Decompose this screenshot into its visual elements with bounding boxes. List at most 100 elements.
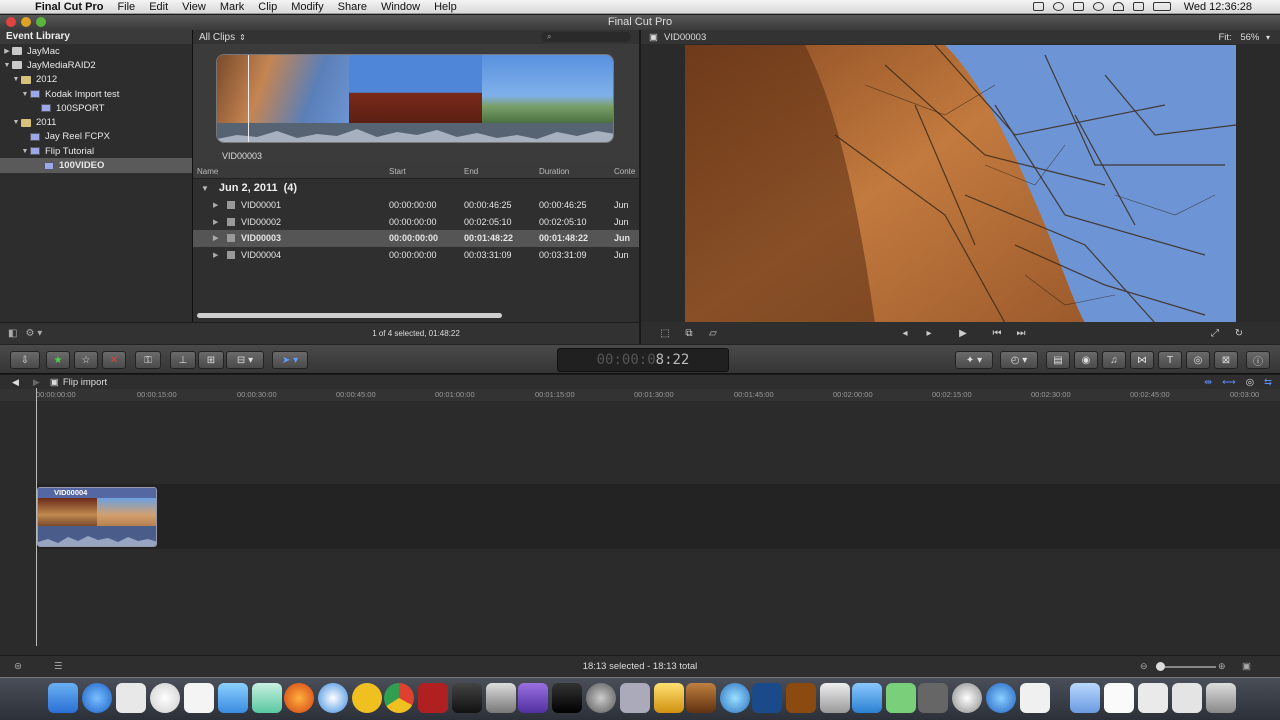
pdf-document-icon[interactable] [1104,683,1134,713]
skimming-icon[interactable]: ⟷ [1222,377,1236,388]
volume-icon[interactable] [1132,2,1144,11]
disclosure-triangle-icon[interactable]: ▶ [213,234,227,242]
clip-appearance-icon[interactable]: ▣ [1242,661,1251,672]
library-action-gear-icon[interactable]: ⚙ ▾ [25,328,42,339]
timeline-list-icon[interactable]: ☰ [54,661,63,672]
finder-icon[interactable] [48,683,78,713]
disk-utility-icon[interactable] [586,683,616,713]
reject-button[interactable]: ✕ [102,351,126,369]
chrome-icon[interactable] [384,683,414,713]
distort-icon[interactable]: ▱ [701,328,725,339]
clock-icon[interactable] [150,683,180,713]
column-header-end[interactable]: End [464,167,539,176]
library-item-2012[interactable]: ▼ 2012 [0,73,192,87]
menu-modify[interactable]: Modify [284,0,330,14]
snapping-icon[interactable]: ⇆ [1264,377,1272,388]
menu-window[interactable]: Window [374,0,427,14]
folder-icon[interactable] [1070,683,1100,713]
back-arrow-icon[interactable]: ◀ [12,377,19,388]
menu-file[interactable]: File [110,0,142,14]
timeline-ruler[interactable]: 00:00:00:00 00:00:15:00 00:00:30:00 00:0… [0,389,1280,401]
photos-browser-button[interactable]: ◉ [1074,351,1098,369]
menu-share[interactable]: Share [331,0,374,14]
forward-arrow-icon[interactable]: ▶ [33,377,40,388]
disclosure-triangle-icon[interactable]: ▶ [2,47,12,55]
safari-icon[interactable] [318,683,348,713]
timeline-area[interactable] [0,401,1280,655]
keyword-button[interactable]: ⚿ [135,351,161,369]
audio-skimming-icon[interactable]: ⇹ [1204,377,1212,388]
column-header-content[interactable]: Conte [614,167,639,176]
minimize-window-button[interactable] [21,17,31,27]
skimmer-playhead[interactable] [248,55,249,142]
solo-icon[interactable]: ◎ [1246,377,1254,388]
app-menu[interactable]: Final Cut Pro [28,0,110,14]
disclosure-triangle-icon[interactable]: ▼ [11,76,21,83]
preview-icon[interactable] [116,683,146,713]
clip-filter-dropdown[interactable]: All Clips [199,32,235,43]
table-row[interactable]: ▶ VID00002 00:00:00:00 00:02:05:10 00:02:… [193,214,639,231]
disclosure-triangle-icon[interactable]: ▼ [2,62,12,69]
menu-edit[interactable]: Edit [142,0,175,14]
battery-icon[interactable] [1152,2,1171,11]
browser-search-field[interactable]: ⌕ [541,32,631,42]
photoshop-icon[interactable] [752,683,782,713]
final-cut-icon[interactable] [452,683,482,713]
keynote-icon[interactable] [654,683,684,713]
chevron-updown-icon[interactable]: ⇕ [239,33,246,42]
library-item-2011[interactable]: ▼ 2011 [0,115,192,129]
app-icon-3[interactable] [886,683,916,713]
disclosure-triangle-icon[interactable]: ▶ [213,251,227,259]
trash-icon[interactable] [1206,683,1236,713]
horizontal-scrollbar[interactable] [197,313,502,318]
timeline-index-icon[interactable]: ⊜ [14,661,22,672]
menu-help[interactable]: Help [427,0,464,14]
disclosure-triangle-icon[interactable]: ▼ [20,91,30,98]
document-icon-2[interactable] [1172,683,1202,713]
append-clip-button[interactable]: ⊟ ▾ [226,351,264,369]
overlay-toggle-icon[interactable]: ⬚ [653,328,677,339]
document-icon[interactable] [1138,683,1168,713]
next-frame-icon[interactable]: ▸ [917,328,941,339]
import-media-button[interactable]: ⇩ [10,351,40,369]
table-row-selected[interactable]: ▶ VID00003 00:00:00:00 00:01:48:22 00:01:… [193,230,639,247]
close-window-button[interactable] [6,17,16,27]
transitions-browser-button[interactable]: ⋈ [1130,351,1154,369]
unrate-button[interactable]: ☆ [74,351,98,369]
select-tool-button[interactable]: ➤ ▾ [272,351,308,369]
app-icon-4[interactable] [918,683,948,713]
previous-frame-icon[interactable]: ◂ [893,328,917,339]
clapper-icon[interactable] [552,683,582,713]
firefox-icon[interactable] [284,683,314,713]
app-icon-6[interactable] [986,683,1016,713]
library-item-jaymediaraid2[interactable]: ▼ JayMediaRAID2 [0,58,192,72]
motion-icon[interactable] [486,683,516,713]
insert-clip-button[interactable]: ⊞ [198,351,224,369]
show-hide-library-icon[interactable]: ◧ [8,328,17,339]
red-app-icon[interactable] [418,683,448,713]
disclosure-triangle-icon[interactable]: ▼ [201,184,209,193]
clip-filmstrip[interactable] [216,54,614,143]
app-icon-2[interactable] [852,683,882,713]
music-browser-button[interactable]: ♫ [1102,351,1126,369]
zoom-out-icon[interactable]: ⊖ [1140,661,1148,672]
menu-clip[interactable]: Clip [251,0,284,14]
timeline-playhead[interactable] [36,388,37,646]
disclosure-triangle-icon[interactable]: ▼ [11,119,21,126]
chevron-down-icon[interactable]: ▾ [1266,33,1270,42]
facetime-icon[interactable] [218,683,248,713]
textedit-icon[interactable] [184,683,214,713]
column-header-start[interactable]: Start [389,167,464,176]
loop-icon[interactable]: ↻ [1227,328,1251,339]
system-preferences-icon[interactable] [620,683,650,713]
menu-view[interactable]: View [175,0,213,14]
date-group-row[interactable]: ▼ Jun 2, 2011 (4) [193,179,639,197]
library-item-100sport[interactable]: 100SPORT [0,101,192,115]
disclosure-triangle-icon[interactable]: ▼ [20,148,30,155]
wifi-icon[interactable] [1112,2,1124,11]
acrobat-icon[interactable] [1020,683,1050,713]
timeline-clip[interactable]: VID00004 [37,487,157,547]
messages-icon[interactable] [252,683,282,713]
connect-clip-button[interactable]: ⊥ [170,351,196,369]
zoom-in-icon[interactable]: ⊕ [1218,661,1226,672]
